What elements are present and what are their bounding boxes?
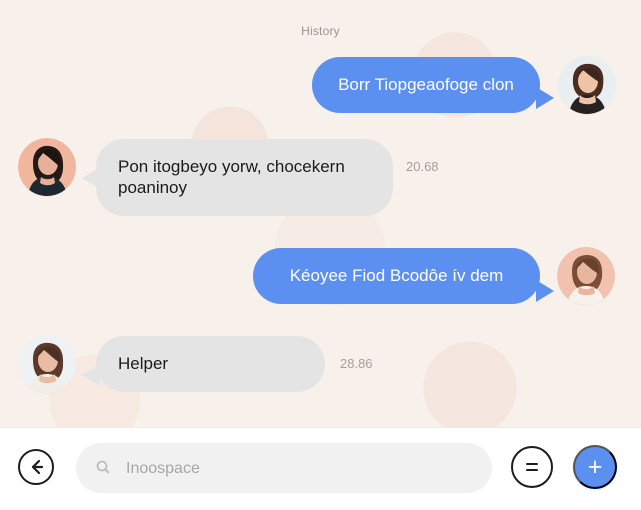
back-arrow-icon bbox=[31, 459, 44, 475]
woman-dark-hair-avatar bbox=[18, 138, 76, 196]
incoming-message-bubble[interactable]: Pon itogbeyo yorw, chocekern poaninoy bbox=[96, 139, 393, 216]
composer-bar: + bbox=[0, 427, 641, 510]
incoming-message-bubble[interactable]: Helper bbox=[96, 336, 325, 392]
search-bar[interactable] bbox=[76, 443, 492, 495]
woman-light-top-avatar bbox=[557, 247, 615, 305]
outgoing-message-bubble[interactable]: Kéoyee Fiod Bcodôe ív dem bbox=[253, 248, 540, 304]
equal-menu-icon bbox=[526, 463, 538, 471]
message-text: Helper bbox=[118, 353, 169, 373]
message-timestamp: 28.86 bbox=[340, 356, 373, 371]
message-text: Kéoyee Fiod Bcodôe ív dem bbox=[289, 265, 504, 285]
message-history: History Borr Tiopgeaofoge clon Pon itogb… bbox=[0, 0, 641, 427]
message-timestamp: 20.68 bbox=[406, 159, 439, 174]
menu-button[interactable] bbox=[511, 446, 553, 488]
add-button[interactable]: + bbox=[573, 445, 617, 489]
search-icon bbox=[96, 460, 110, 474]
outgoing-bubble-tail bbox=[536, 280, 554, 302]
page-title: History bbox=[301, 24, 340, 38]
woman-brown-hair-avatar bbox=[18, 335, 76, 393]
message-text: Borr Tiopgeaofoge clon bbox=[338, 74, 514, 94]
outgoing-message-bubble[interactable]: Borr Tiopgeaofoge clon bbox=[312, 57, 540, 113]
message-text: Pon itogbeyo yorw, chocekern poaninoy bbox=[118, 156, 345, 197]
woman-dark-hair-avatar bbox=[558, 56, 616, 114]
plus-icon: + bbox=[587, 452, 603, 481]
outgoing-bubble-tail bbox=[536, 87, 554, 109]
back-button[interactable] bbox=[18, 449, 54, 485]
search-input[interactable] bbox=[124, 443, 468, 495]
chat-app: History Borr Tiopgeaofoge clon Pon itogb… bbox=[0, 0, 641, 510]
